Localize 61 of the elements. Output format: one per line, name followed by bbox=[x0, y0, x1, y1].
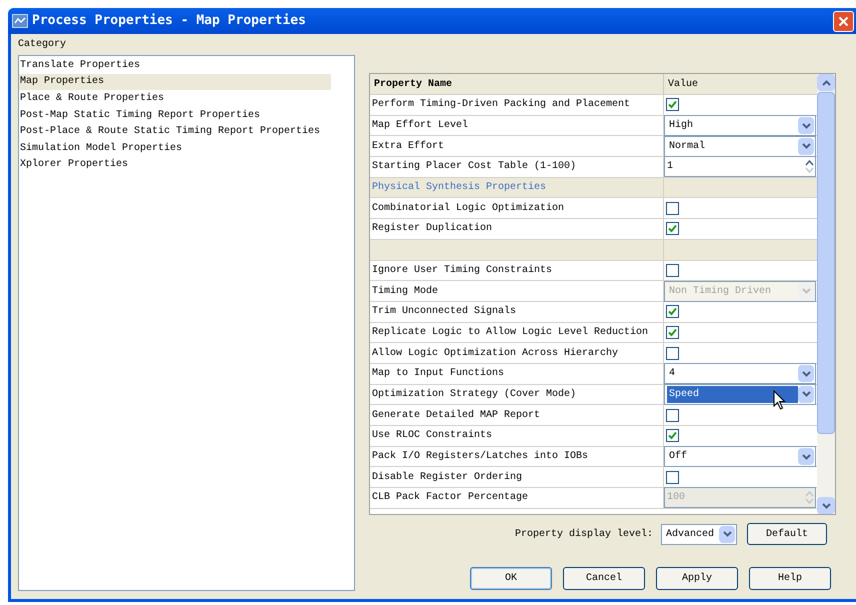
scrollbar[interactable] bbox=[817, 74, 835, 514]
property-name: Generate Detailed MAP Report bbox=[372, 408, 540, 423]
app-logo-icon bbox=[12, 14, 28, 28]
category-item[interactable]: Map Properties bbox=[19, 74, 331, 90]
spin-field[interactable]: 1 bbox=[664, 156, 816, 178]
spinner-arrows-icon[interactable] bbox=[803, 158, 815, 176]
display-level-label: Property display level: bbox=[515, 528, 654, 542]
checkbox[interactable] bbox=[666, 346, 679, 360]
property-name: Timing Mode bbox=[372, 284, 438, 299]
checkbox[interactable] bbox=[666, 98, 679, 112]
dropdown[interactable]: High bbox=[664, 115, 816, 136]
column-header[interactable]: Property Name bbox=[370, 74, 664, 94]
close-icon[interactable] bbox=[833, 10, 854, 32]
property-name: Starting Placer Cost Table (1-100) bbox=[372, 160, 576, 174]
window-title: Process Properties - Map Properties bbox=[32, 12, 306, 30]
category-item[interactable]: Simulation Model Properties bbox=[19, 140, 331, 157]
checkbox[interactable] bbox=[666, 202, 679, 215]
category-item[interactable]: Post-Map Static Timing Report Properties bbox=[19, 106, 331, 124]
display-level-dropdown[interactable]: Advanced bbox=[661, 524, 738, 544]
dialog-button[interactable]: OK bbox=[470, 567, 552, 590]
dialog-button[interactable]: Cancel bbox=[563, 567, 645, 590]
dropdown[interactable]: Speed bbox=[664, 384, 816, 405]
checkbox[interactable] bbox=[666, 326, 679, 339]
property-name: Replicate Logic to Allow Logic Level Reduction bbox=[372, 326, 648, 340]
section-heading: Physical Synthesis Properties bbox=[372, 180, 546, 196]
property-name: Combinatorial Logic Optimization bbox=[372, 202, 564, 216]
checkbox[interactable] bbox=[666, 222, 679, 236]
dropdown[interactable]: 4 bbox=[664, 363, 816, 384]
scroll-up-icon[interactable] bbox=[817, 74, 835, 91]
property-name: Ignore User Timing Constraints bbox=[372, 264, 552, 278]
category-item[interactable]: Post-Place & Route Static Timing Report Properties bbox=[19, 123, 331, 140]
category-item[interactable]: Translate Properties bbox=[19, 57, 331, 74]
column-header[interactable]: Value bbox=[664, 74, 817, 94]
category-item[interactable]: Place & Route Properties bbox=[19, 90, 331, 107]
property-name: Trim Unconnected Signals bbox=[372, 304, 516, 320]
checkbox[interactable] bbox=[666, 429, 679, 442]
checkbox[interactable] bbox=[666, 470, 679, 484]
category-label: Category bbox=[18, 38, 68, 51]
property-name: Map to Input Functions bbox=[372, 366, 504, 382]
property-name: Optimization Strategy (Cover Mode) bbox=[372, 388, 576, 402]
dialog-button[interactable]: Help bbox=[749, 567, 831, 590]
dialog-button[interactable]: Apply bbox=[656, 567, 738, 590]
property-name: Register Duplication bbox=[372, 222, 492, 236]
property-name: CLB Pack Factor Percentage bbox=[372, 490, 528, 506]
property-name: Allow Logic Optimization Across Hierarchy bbox=[372, 346, 618, 361]
mouse-pointer-icon bbox=[773, 390, 787, 411]
checkbox[interactable] bbox=[666, 408, 679, 422]
scroll-thumb[interactable] bbox=[817, 92, 835, 434]
scroll-down-icon[interactable] bbox=[817, 497, 835, 514]
dropdown[interactable]: Normal bbox=[664, 136, 816, 157]
property-name: Disable Register Ordering bbox=[372, 470, 522, 485]
dropdown[interactable]: Off bbox=[664, 446, 816, 468]
default-button[interactable]: Default bbox=[747, 523, 828, 545]
property-name: Pack I/O Registers/Latches into IOBs bbox=[372, 450, 588, 464]
checkbox[interactable] bbox=[666, 264, 679, 277]
checkbox[interactable] bbox=[666, 305, 679, 318]
property-name: Extra Effort bbox=[372, 140, 444, 154]
property-name: Perform Timing-Driven Packing and Placement bbox=[372, 98, 630, 112]
property-name: Use RLOC Constraints bbox=[372, 428, 492, 444]
property-name: Map Effort Level bbox=[372, 118, 468, 134]
category-item[interactable]: Xplorer Properties bbox=[19, 156, 331, 174]
